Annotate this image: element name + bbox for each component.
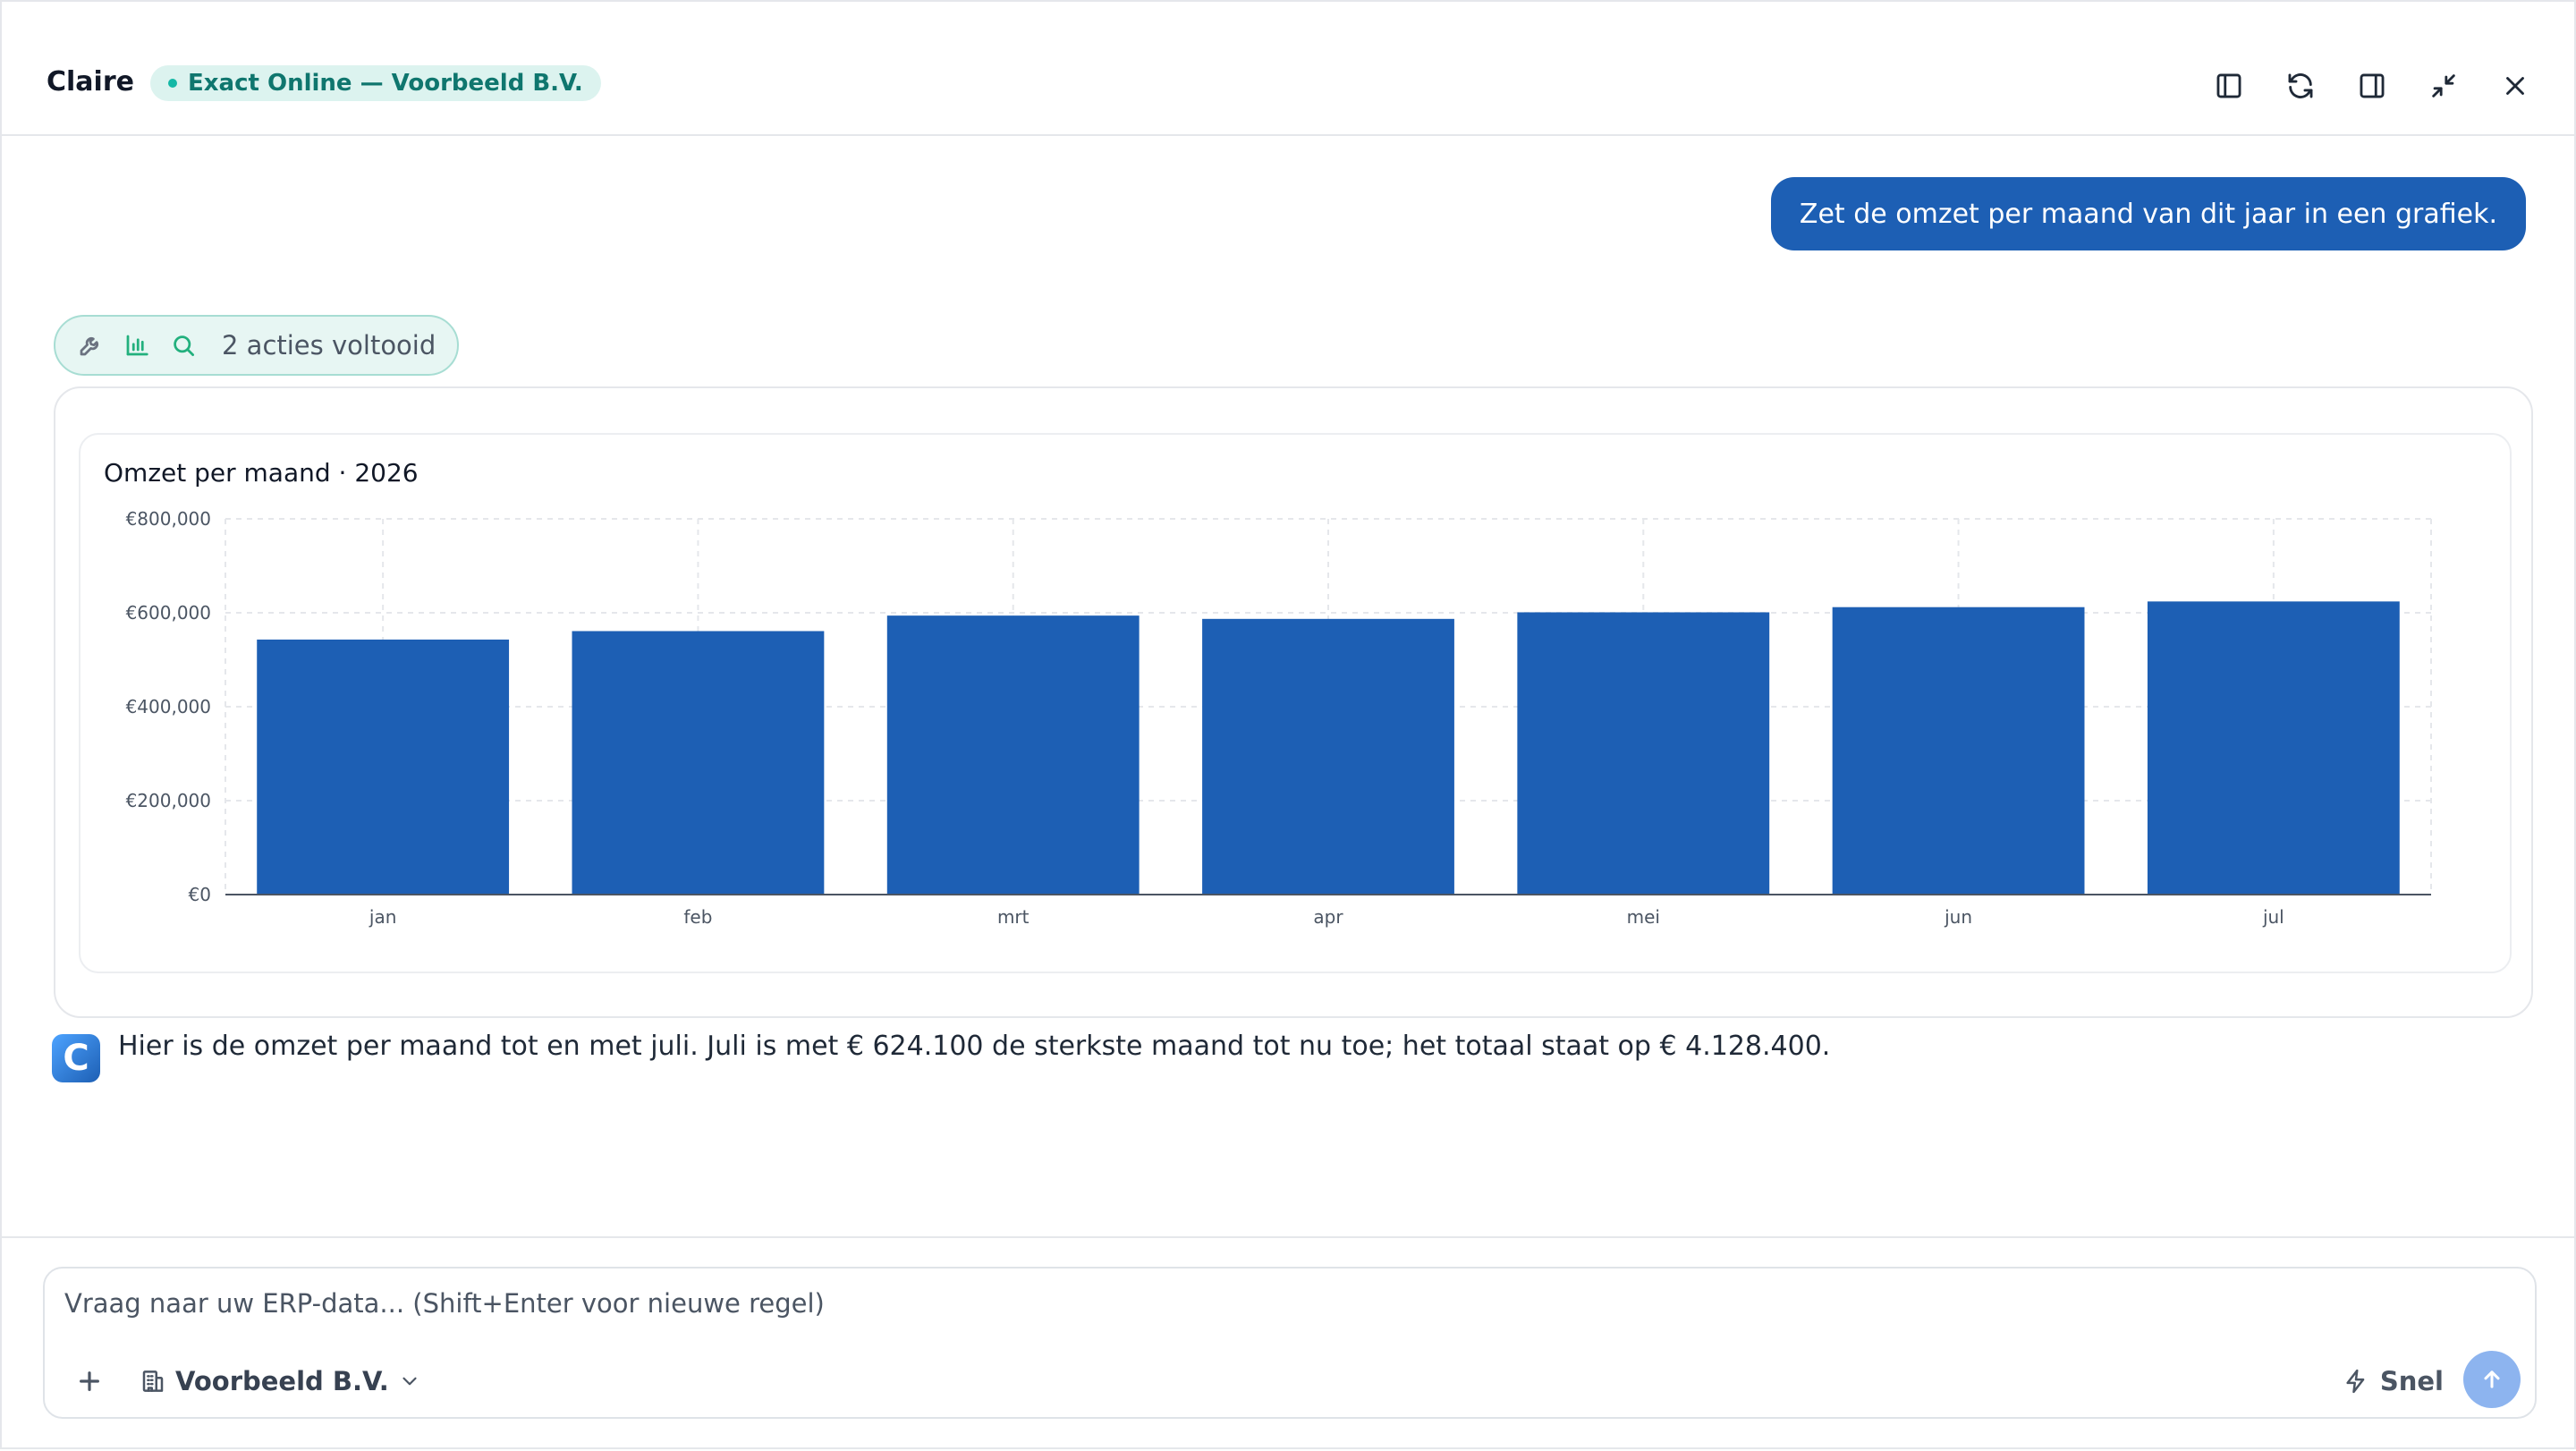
x-tick-label: mei (1627, 906, 1660, 928)
company-label: Voorbeeld B.V. (175, 1366, 389, 1396)
x-tick-label: jan (369, 906, 397, 928)
building-icon (142, 1370, 164, 1392)
bar (1517, 612, 1770, 895)
wrench-icon (80, 337, 98, 356)
company-selector[interactable]: Voorbeeld B.V. (140, 1362, 421, 1401)
y-tick-label: €400,000 (126, 696, 211, 717)
mode-toggle[interactable]: Snel (2343, 1362, 2444, 1401)
actions-summary-label: 2 acties voltooid (222, 330, 436, 361)
assistant-avatar: C (52, 1034, 100, 1082)
status-dot-icon (168, 79, 177, 88)
y-tick-label: €600,000 (126, 602, 211, 624)
search-icon (174, 335, 194, 356)
minimize-icon[interactable] (2428, 70, 2460, 102)
bar (1202, 618, 1454, 895)
sidebar-left-icon[interactable] (2213, 70, 2245, 102)
x-tick-label: feb (683, 906, 712, 928)
message-input[interactable] (64, 1281, 2497, 1326)
plus-icon (80, 1371, 99, 1391)
arrow-up-icon (2484, 1370, 2500, 1388)
bar (886, 615, 1140, 895)
y-tick-label: €0 (189, 884, 211, 905)
composer-area: Voorbeeld B.V. Snel (2, 1236, 2576, 1451)
assistant-message-row: C Hier is de omzet per maand tot en met … (52, 1029, 2521, 1082)
chevron-down-icon (402, 1377, 417, 1386)
composer: Voorbeeld B.V. Snel (43, 1267, 2537, 1419)
bar (2147, 601, 2400, 895)
y-tick-label: €800,000 (126, 508, 211, 530)
bar (257, 639, 510, 895)
x-tick-label: apr (1313, 906, 1343, 928)
user-message: Zet de omzet per maand van dit jaar in e… (1770, 177, 2526, 250)
add-attachment-button[interactable] (75, 1367, 104, 1396)
app-title: Claire (47, 66, 134, 98)
close-icon[interactable] (2499, 70, 2531, 102)
lightning-icon (2346, 1369, 2365, 1394)
bar-chart-icon (126, 335, 148, 356)
connection-label: Exact Online — Voorbeeld B.V. (188, 70, 583, 97)
revenue-chart: €0 €200,000 €400,000 €600,000 €800,000 jan feb… (126, 508, 2432, 928)
bar (1832, 607, 2085, 895)
y-tick-label: €200,000 (126, 790, 211, 811)
header: Claire Exact Online — Voorbeeld B.V. (2, 2, 2576, 136)
chart-title: Omzet per maand · 2026 (104, 458, 419, 488)
mode-label: Snel (2379, 1366, 2444, 1396)
header-toolbar (2213, 70, 2531, 102)
assistant-message: Hier is de omzet per maand tot en met ju… (118, 1031, 1831, 1062)
bar (572, 631, 825, 895)
app-window: Claire Exact Online — Voorbeeld B.V. Zet… (0, 0, 2576, 1449)
send-button[interactable] (2463, 1351, 2521, 1408)
x-tick-label: jul (2262, 906, 2284, 928)
chart-card: €0 €200,000 €400,000 €600,000 €800,000 jan feb… (79, 433, 2512, 973)
connection-badge: Exact Online — Voorbeeld B.V. (150, 65, 601, 101)
refresh-icon[interactable] (2284, 70, 2317, 102)
x-tick-label: jun (1944, 906, 1972, 928)
sidebar-right-icon[interactable] (2356, 70, 2388, 102)
x-tick-label: mrt (997, 906, 1030, 928)
assistant-avatar-logo: C (63, 1038, 89, 1079)
actions-summary-button[interactable]: 2 acties voltooid (54, 315, 460, 376)
tool-result-card: €0 €200,000 €400,000 €600,000 €800,000 jan feb… (54, 386, 2533, 1018)
